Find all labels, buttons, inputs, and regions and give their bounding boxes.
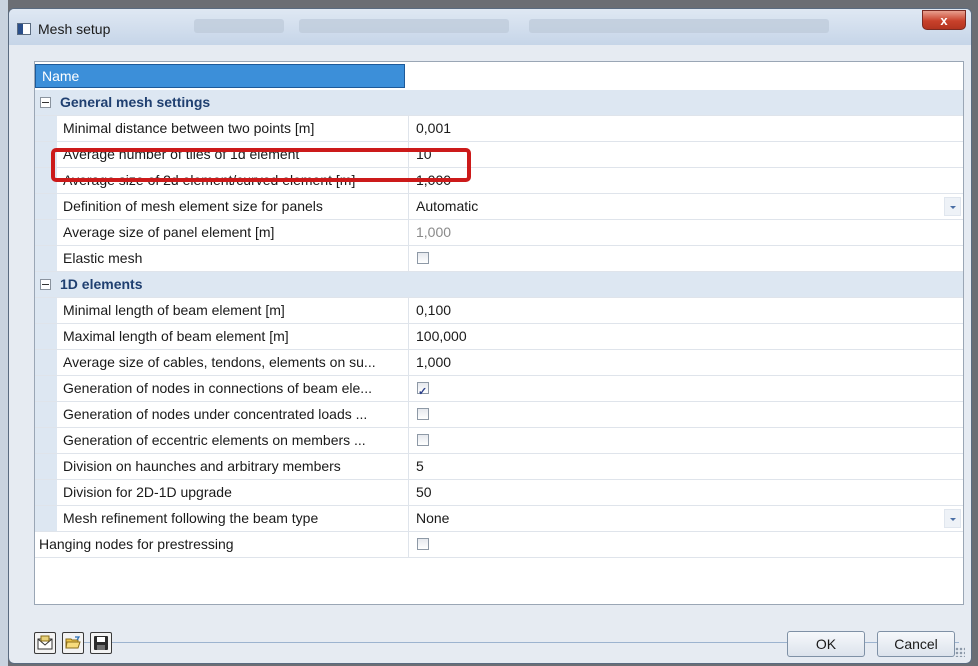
property-row-gen-loads[interactable]: Generation of nodes under concentrated l…	[35, 402, 963, 428]
gen-connections-checkbox[interactable]	[417, 380, 429, 405]
resize-grip-icon[interactable]	[955, 647, 965, 657]
property-row-max-beam[interactable]: Maximal length of beam element [m] 100,0…	[35, 324, 963, 350]
property-label: Division on haunches and arbitrary membe…	[57, 454, 409, 479]
selected-value: Automatic	[416, 198, 479, 214]
row-gutter	[35, 324, 57, 349]
background-window-edge	[0, 0, 8, 666]
name-header-cell[interactable]: Name	[35, 64, 405, 88]
property-value	[409, 532, 963, 557]
elastic-mesh-checkbox[interactable]	[417, 252, 429, 264]
property-value[interactable]: 100,000	[409, 324, 963, 349]
selected-value: None	[416, 510, 450, 526]
row-gutter	[35, 480, 57, 505]
category-label: 1D elements	[60, 276, 143, 292]
row-gutter	[35, 298, 57, 323]
name-header-label: Name	[42, 68, 80, 84]
property-row-panel-size[interactable]: Average size of panel element [m] 1,000	[35, 220, 963, 246]
property-value	[409, 246, 963, 271]
gen-loads-checkbox[interactable]	[417, 408, 429, 420]
property-label: Average size of panel element [m]	[57, 220, 409, 245]
name-row[interactable]: Name	[35, 64, 963, 90]
dropdown-arrow-icon[interactable]	[944, 509, 961, 528]
property-value[interactable]: 0,001	[409, 116, 963, 141]
property-row-gen-eccentric[interactable]: Generation of eccentric elements on memb…	[35, 428, 963, 454]
property-grid: Name General mesh settings Minimal dista…	[34, 61, 964, 605]
background-blur	[194, 19, 284, 33]
property-row-panel-definition[interactable]: Definition of mesh element size for pane…	[35, 194, 963, 220]
property-label: Hanging nodes for prestressing	[35, 532, 409, 557]
category-general-mesh-settings[interactable]: General mesh settings	[35, 90, 963, 116]
background-blur	[529, 19, 829, 33]
row-gutter	[35, 194, 57, 219]
property-row-elastic-mesh[interactable]: Elastic mesh	[35, 246, 963, 272]
property-value	[409, 376, 963, 405]
gen-eccentric-checkbox[interactable]	[417, 434, 429, 446]
row-gutter	[35, 506, 57, 531]
property-row-min-beam[interactable]: Minimal length of beam element [m] 0,100	[35, 298, 963, 324]
save-icon	[94, 636, 108, 650]
hanging-nodes-checkbox[interactable]	[417, 538, 429, 550]
cancel-button[interactable]: Cancel	[877, 631, 955, 657]
dropdown-arrow-icon[interactable]	[944, 197, 961, 216]
row-gutter	[35, 220, 57, 245]
category-1d-elements[interactable]: 1D elements	[35, 272, 963, 298]
property-value[interactable]: 50	[409, 480, 963, 505]
property-row-refinement[interactable]: Mesh refinement following the beam type …	[35, 506, 963, 532]
property-label: Generation of nodes in connections of be…	[57, 376, 409, 401]
property-value-disabled: 1,000	[416, 224, 452, 240]
envelope-button[interactable]	[34, 632, 56, 654]
property-label: Minimal distance between two points [m]	[57, 116, 409, 141]
property-value[interactable]: 10	[409, 142, 963, 167]
mesh-setup-dialog: Mesh setup x Name General mesh settings …	[8, 8, 972, 664]
property-value[interactable]: 0,100	[409, 298, 963, 323]
property-value[interactable]: 1,000	[409, 350, 963, 375]
property-label: Division for 2D-1D upgrade	[57, 480, 409, 505]
property-row-gen-connections[interactable]: Generation of nodes in connections of be…	[35, 376, 963, 405]
category-label: General mesh settings	[60, 94, 211, 110]
property-row-hanging-nodes[interactable]: Hanging nodes for prestressing	[35, 532, 963, 558]
collapse-icon[interactable]	[40, 279, 51, 290]
window-title: Mesh setup	[38, 21, 111, 37]
highlight-box	[51, 148, 471, 182]
property-label: Average size of cables, tendons, element…	[57, 350, 409, 375]
refinement-select[interactable]: None	[409, 506, 963, 531]
property-label: Generation of eccentric elements on memb…	[57, 428, 409, 453]
open-button[interactable]	[62, 632, 84, 654]
close-icon: x	[940, 13, 948, 28]
save-button[interactable]	[90, 632, 112, 654]
collapse-icon[interactable]	[40, 97, 51, 108]
property-row-division-2d1d[interactable]: Division for 2D-1D upgrade 50	[35, 480, 963, 506]
row-gutter	[35, 116, 57, 141]
property-row-haunches[interactable]: Division on haunches and arbitrary membe…	[35, 454, 963, 480]
open-folder-icon	[65, 636, 81, 649]
row-gutter	[35, 350, 57, 375]
row-gutter	[35, 246, 57, 271]
property-row-cables[interactable]: Average size of cables, tendons, element…	[35, 350, 963, 376]
ok-button[interactable]: OK	[787, 631, 865, 657]
row-gutter	[35, 402, 57, 427]
row-gutter	[35, 454, 57, 479]
background-blur	[299, 19, 509, 33]
property-label: Minimal length of beam element [m]	[57, 298, 409, 323]
property-value	[409, 428, 963, 453]
panel-definition-select[interactable]: Automatic	[409, 194, 963, 219]
property-label: Elastic mesh	[57, 246, 409, 271]
property-label: Maximal length of beam element [m]	[57, 324, 409, 349]
close-button[interactable]: x	[922, 10, 966, 30]
property-value	[409, 402, 963, 427]
property-row-min-distance[interactable]: Minimal distance between two points [m] …	[35, 116, 963, 142]
property-label: Definition of mesh element size for pane…	[57, 194, 409, 219]
property-label: Mesh refinement following the beam type	[57, 506, 409, 531]
window-icon	[17, 23, 31, 35]
row-gutter	[35, 428, 57, 453]
title-bar[interactable]: Mesh setup x	[9, 9, 971, 45]
row-gutter	[35, 376, 57, 401]
property-value[interactable]: 5	[409, 454, 963, 479]
dialog-footer: OK Cancel	[19, 629, 967, 659]
property-value[interactable]: 1,000	[409, 168, 963, 193]
envelope-icon	[37, 635, 53, 650]
property-label: Generation of nodes under concentrated l…	[57, 402, 409, 427]
